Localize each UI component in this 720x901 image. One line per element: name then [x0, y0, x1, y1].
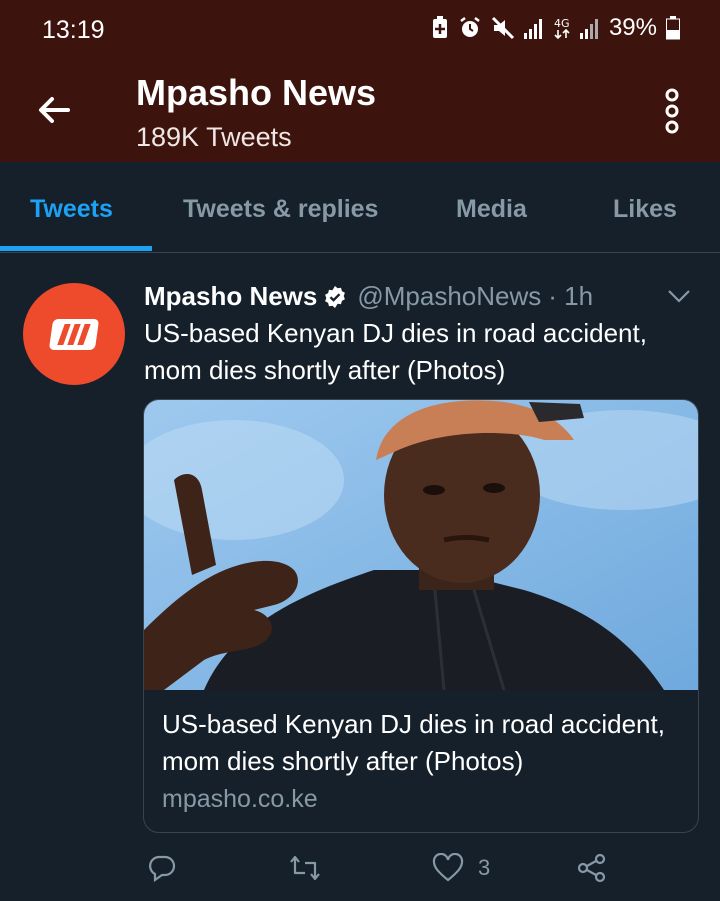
chevron-down-icon: [668, 290, 690, 303]
link-card[interactable]: US-based Kenyan DJ dies in road accident…: [143, 399, 699, 833]
like-count: 3: [478, 855, 491, 880]
more-vertical-icon: [665, 88, 679, 134]
profile-header: Mpasho News 189K Tweets: [0, 58, 720, 162]
more-options-button[interactable]: [660, 88, 684, 134]
back-button[interactable]: [30, 86, 78, 134]
tweet-header: Mpasho News @MpashoNews · 1h: [144, 281, 593, 312]
alarm-icon: [460, 17, 480, 37]
battery-percent: 39%: [608, 14, 657, 41]
battery-icon: [666, 16, 680, 40]
signal-icon-2: [579, 19, 598, 39]
mute-icon: [491, 16, 515, 40]
signal-icon: [523, 19, 542, 39]
status-time: 13:19: [42, 16, 105, 44]
verified-badge-icon: [325, 285, 346, 308]
heart-icon: [432, 853, 464, 882]
svg-text:4G: 4G: [554, 17, 570, 30]
reply-button[interactable]: [147, 853, 177, 883]
4g-icon: 4G: [554, 17, 570, 40]
tweet-time: · 1h: [548, 281, 594, 311]
author-handle[interactable]: @MpashoNews: [357, 281, 541, 312]
card-domain: mpasho.co.ke: [162, 785, 318, 813]
tab-tweets-replies[interactable]: Tweets & replies: [183, 195, 378, 224]
share-icon: [577, 853, 606, 883]
profile-tabs: Tweets Tweets & replies Media Likes: [0, 162, 720, 253]
tweet-actions: 3: [0, 853, 720, 893]
share-button[interactable]: [577, 853, 607, 883]
status-icons: 4G 39%: [431, 14, 680, 42]
reply-icon: [149, 855, 176, 883]
page-title: Mpasho News: [136, 72, 377, 113]
tweet-menu-button[interactable]: [666, 283, 692, 314]
mpasho-logo-icon: [48, 319, 100, 350]
arrow-left-icon: [39, 97, 70, 123]
card-title: US-based Kenyan DJ dies in road accident…: [162, 709, 665, 776]
battery-saver-icon: [432, 16, 447, 38]
like-button[interactable]: 3: [432, 853, 490, 883]
retweet-icon: [290, 855, 320, 881]
tab-likes[interactable]: Likes: [613, 195, 677, 224]
tweet-count: 189K Tweets: [136, 122, 292, 152]
active-tab-indicator: [0, 246, 152, 251]
tab-tweets[interactable]: Tweets: [30, 195, 113, 224]
tweet[interactable]: Mpasho News @MpashoNews · 1h US-based Ke…: [0, 253, 720, 901]
tweet-text: US-based Kenyan DJ dies in road accident…: [144, 318, 647, 385]
tab-media[interactable]: Media: [456, 195, 527, 224]
retweet-button[interactable]: [288, 853, 322, 883]
card-image: [144, 400, 698, 690]
author-name[interactable]: Mpasho News: [144, 281, 317, 312]
avatar[interactable]: [23, 283, 125, 385]
status-bar: 13:19 4G 39%: [0, 0, 720, 58]
